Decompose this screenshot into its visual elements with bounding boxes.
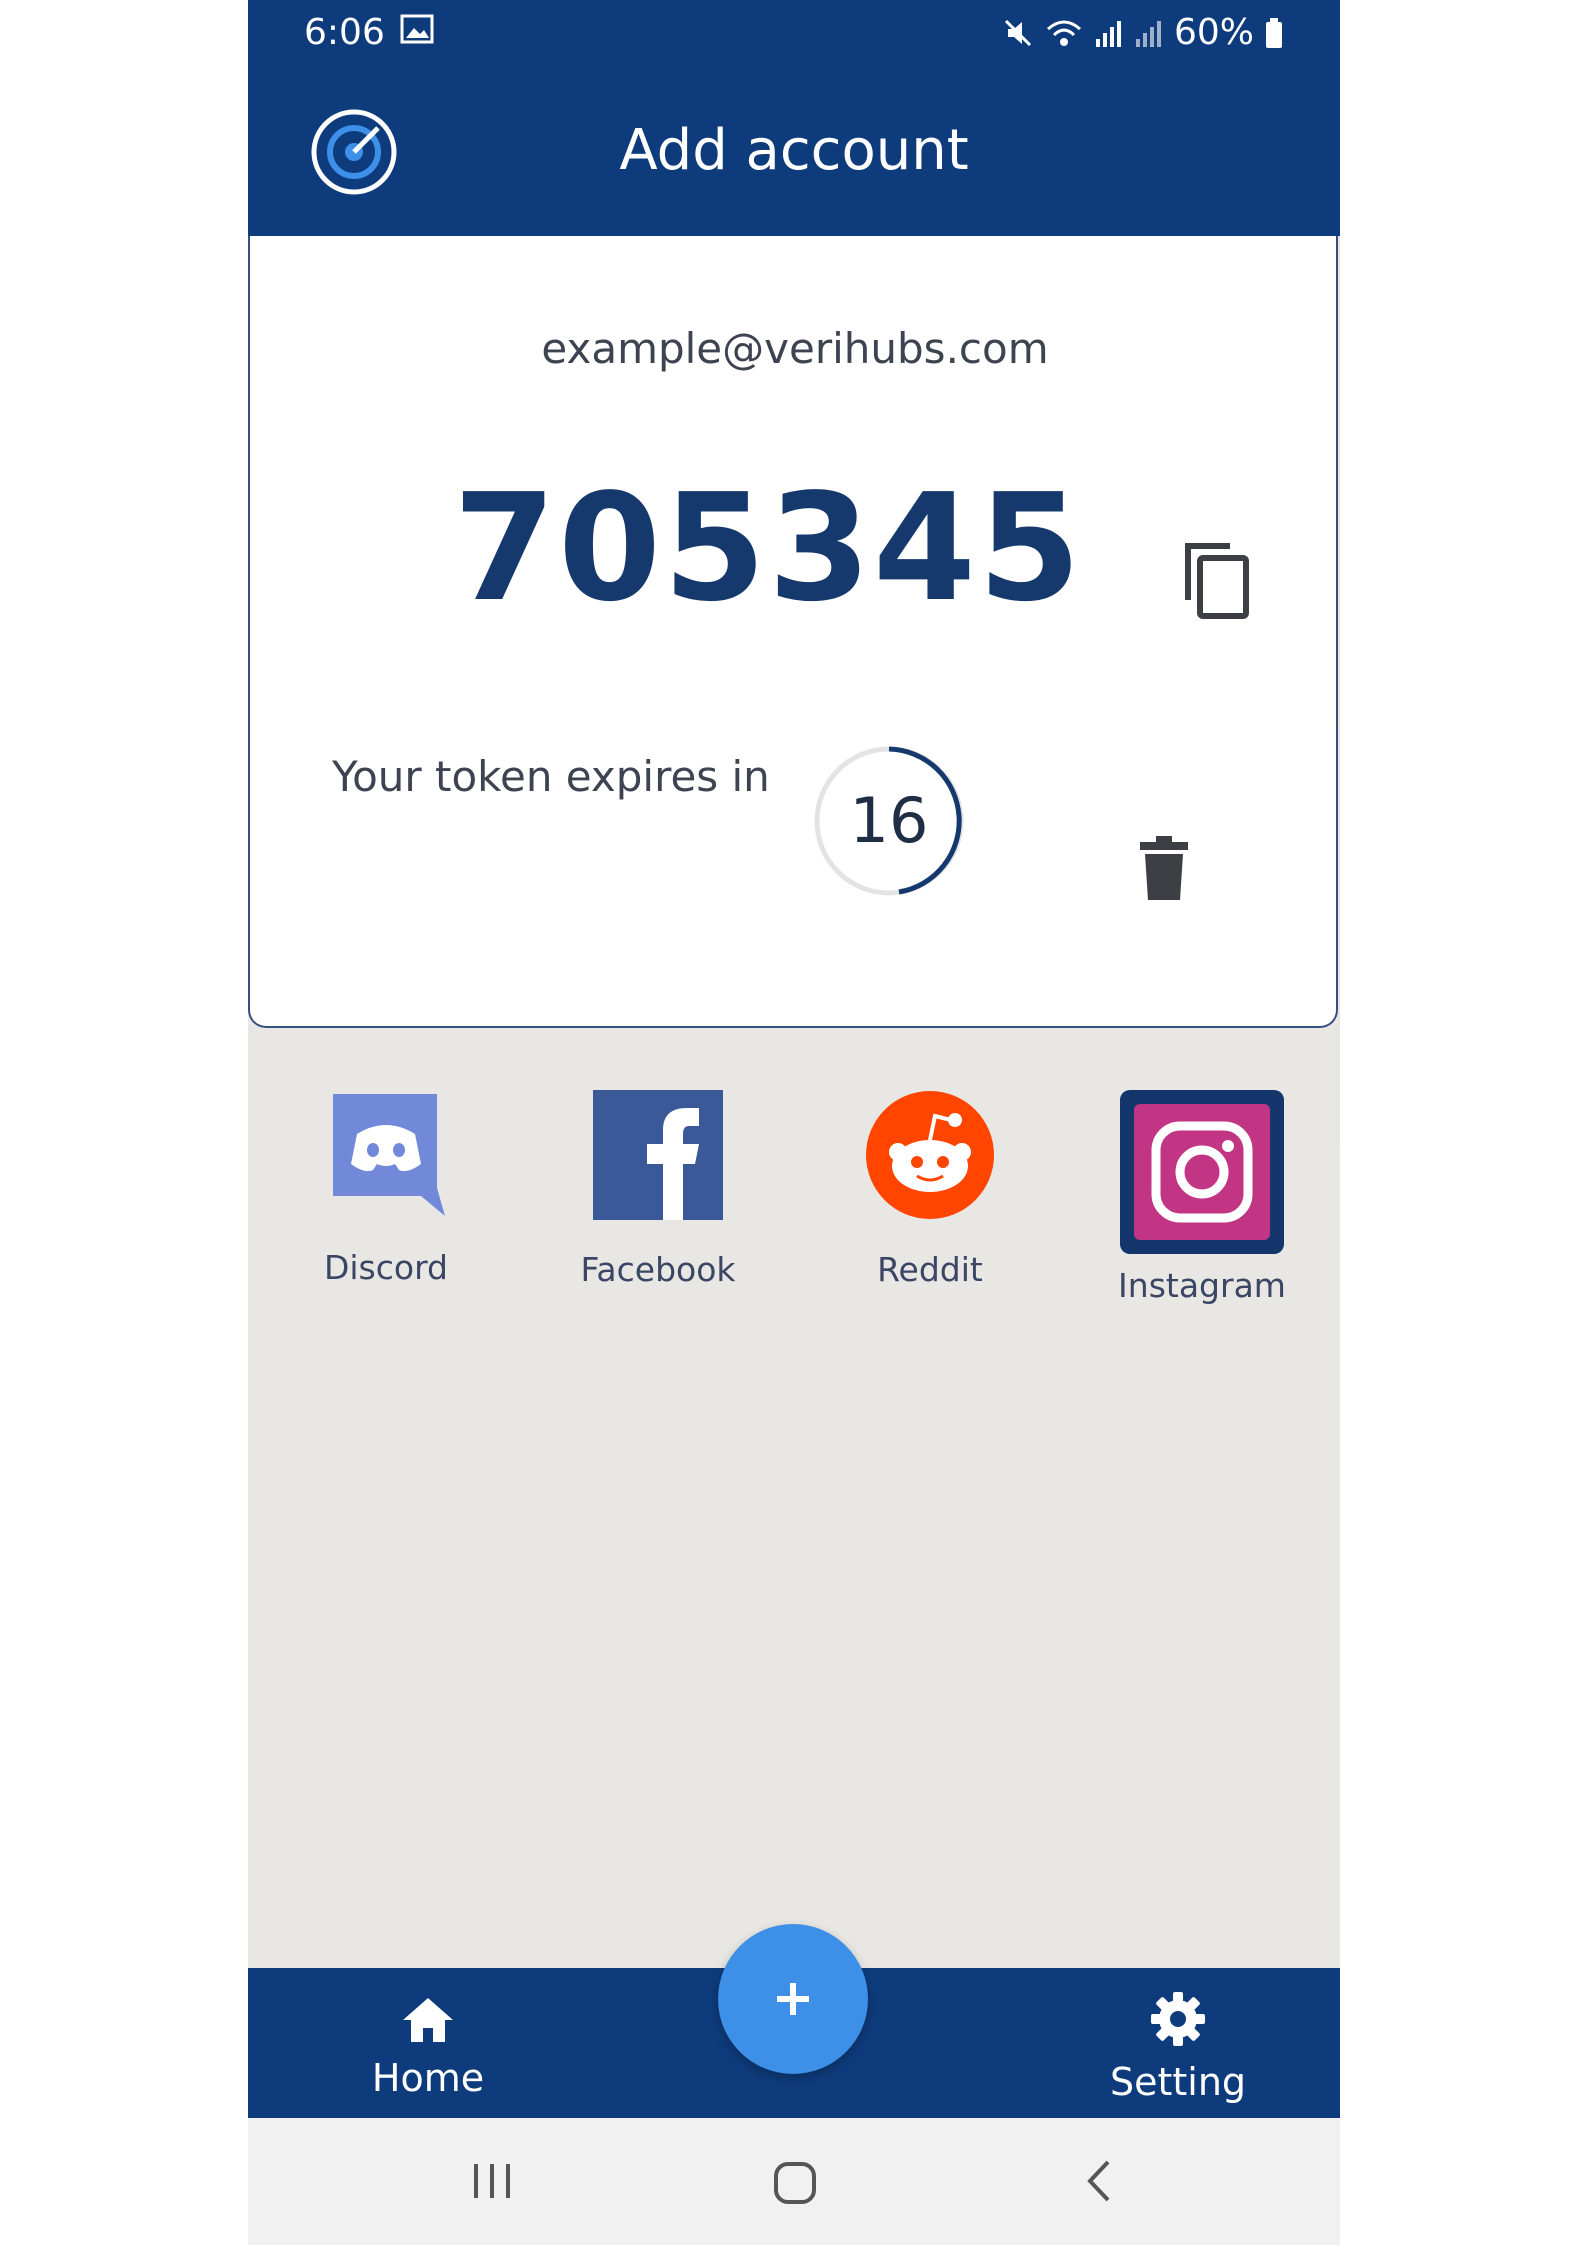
mute-icon <box>1002 17 1034 49</box>
back-icon[interactable] <box>1084 2158 1114 2208</box>
image-icon <box>400 14 434 48</box>
battery-percent: 60% <box>1173 12 1254 53</box>
app-reddit[interactable]: Reddit <box>820 1090 1040 1289</box>
status-indicators: 60% <box>1002 12 1284 53</box>
nav-home-label: Home <box>371 2056 485 2100</box>
recent-apps-icon[interactable] <box>470 2160 514 2206</box>
app-header: 6:06 60% Add account <box>248 0 1340 236</box>
reddit-icon <box>820 1090 1040 1224</box>
countdown-seconds: 16 <box>849 784 929 857</box>
system-navigation-bar <box>248 2118 1340 2245</box>
nav-setting[interactable]: Setting <box>1078 1990 1278 2104</box>
battery-icon <box>1264 17 1284 49</box>
nav-setting-label: Setting <box>1109 2060 1247 2104</box>
app-label: Reddit <box>877 1250 983 1289</box>
system-home-icon[interactable] <box>772 2160 818 2210</box>
status-time: 6:06 <box>304 12 385 53</box>
signal-icon <box>1094 17 1124 49</box>
app-label: Facebook <box>580 1250 736 1289</box>
discord-icon <box>276 1090 496 1222</box>
instagram-icon <box>1092 1090 1312 1258</box>
page-title: Add account <box>619 118 969 183</box>
countdown-timer: 16 <box>810 742 968 900</box>
add-account-button[interactable] <box>718 1924 868 2074</box>
app-discord[interactable]: Discord <box>276 1090 496 1287</box>
token-card: example@verihubs.com 705345 Your token e… <box>248 236 1340 1146</box>
gear-icon <box>1151 1992 1205 2046</box>
app-label: Instagram <box>1118 1266 1286 1305</box>
plus-icon <box>777 1983 809 2015</box>
token-expires-label: Your token expires in <box>332 752 770 801</box>
copy-icon[interactable] <box>1180 538 1254 626</box>
app-facebook[interactable]: Facebook <box>548 1090 768 1289</box>
account-email: example@verihubs.com <box>541 324 1049 373</box>
app-label: Discord <box>323 1248 449 1287</box>
home-icon <box>403 1998 453 2042</box>
signal-icon <box>1134 17 1164 49</box>
app-instagram[interactable]: Instagram <box>1092 1090 1312 1305</box>
phone-screen: 6:06 60% Add account example@verihubs.co… <box>248 0 1340 2245</box>
wifi-icon <box>1044 17 1084 49</box>
facebook-icon <box>548 1090 768 1224</box>
nav-home[interactable]: Home <box>348 1996 508 2100</box>
trash-icon[interactable] <box>1136 834 1192 908</box>
card-scroll-edge <box>1338 726 1340 1146</box>
otp-code[interactable]: 705345 <box>250 462 1286 634</box>
